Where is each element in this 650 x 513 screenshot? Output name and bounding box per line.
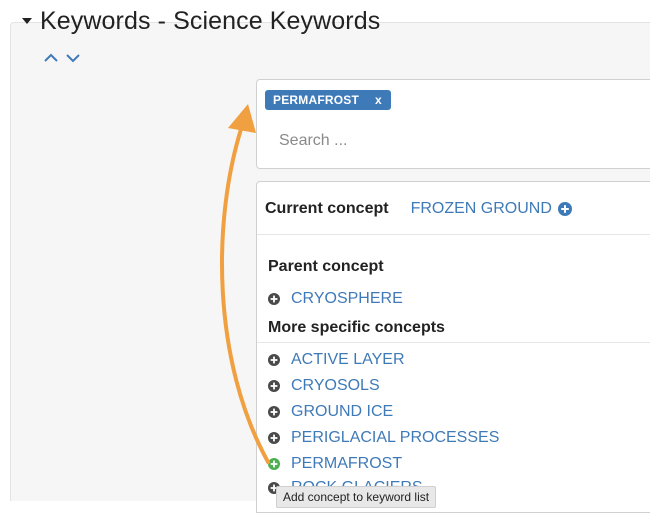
concept-item-cryosphere[interactable]: CRYOSPHERE	[268, 290, 403, 308]
current-concept-link[interactable]: FROZEN GROUND	[411, 200, 572, 218]
concept-item-periglacial-processes[interactable]: PERIGLACIAL PROCESSES	[268, 429, 499, 447]
tag-remove-button[interactable]: x	[375, 93, 382, 107]
chevron-down-icon[interactable]	[66, 53, 80, 63]
search-input[interactable]	[267, 124, 650, 158]
concept-item-permafrost[interactable]: PERMAFROST	[268, 455, 402, 473]
concept-item-active-layer[interactable]: ACTIVE LAYER	[268, 351, 405, 369]
plus-circle-icon[interactable]	[268, 293, 280, 305]
parent-concept-heading: Parent concept	[268, 258, 384, 275]
divider	[257, 342, 650, 343]
add-concept-tooltip: Add concept to keyword list	[276, 486, 437, 508]
keyword-search-box: PERMAFROST x	[256, 79, 650, 169]
more-specific-concepts-heading: More specific concepts	[268, 319, 445, 336]
concept-label[interactable]: ACTIVE LAYER	[291, 351, 405, 369]
plus-circle-icon[interactable]	[268, 354, 280, 366]
concept-item-ground-ice[interactable]: GROUND ICE	[268, 403, 393, 421]
selected-keyword-tag: PERMAFROST x	[265, 90, 391, 110]
section-title: Keywords - Science Keywords	[40, 6, 381, 35]
caret-down-icon[interactable]	[22, 18, 32, 24]
keyword-tree-box: Current concept FROZEN GROUND Parent con…	[256, 181, 650, 513]
concept-label[interactable]: CRYOSPHERE	[291, 290, 403, 308]
tag-label: PERMAFROST	[273, 93, 359, 107]
reorder-controls	[44, 53, 80, 63]
concept-item-cryosols[interactable]: CRYOSOLS	[268, 377, 380, 395]
plus-circle-icon[interactable]	[268, 458, 280, 470]
concept-label[interactable]: CRYOSOLS	[291, 377, 380, 395]
plus-circle-icon[interactable]	[268, 432, 280, 444]
current-concept-label: Current concept	[265, 200, 389, 217]
concept-label[interactable]: PERMAFROST	[291, 455, 402, 473]
concept-label[interactable]: GROUND ICE	[291, 403, 393, 421]
plus-circle-icon[interactable]	[268, 380, 280, 392]
current-concept-row: Current concept FROZEN GROUND	[265, 200, 572, 218]
concept-label[interactable]: PERIGLACIAL PROCESSES	[291, 429, 499, 447]
plus-circle-icon[interactable]	[268, 406, 280, 418]
plus-circle-icon[interactable]	[557, 202, 572, 216]
current-concept-value[interactable]: FROZEN GROUND	[411, 200, 552, 218]
divider	[257, 234, 650, 235]
section-header[interactable]: Keywords - Science Keywords	[22, 4, 380, 38]
chevron-up-icon[interactable]	[44, 53, 58, 63]
